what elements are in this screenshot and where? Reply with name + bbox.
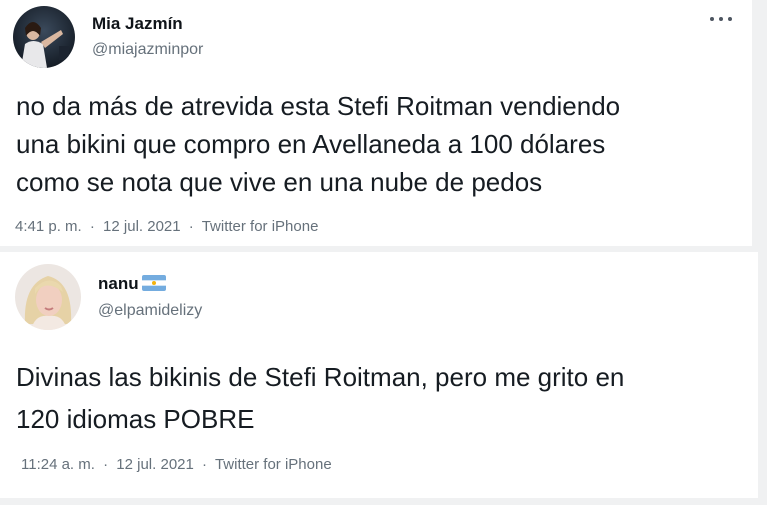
tweet-time[interactable]: 4:41 p. m. [15,218,82,235]
user-handle[interactable]: @miajazminpor [92,41,203,59]
tweet-meta: 11:24 a. m. · 12 jul. 2021 · Twitter for… [21,456,332,473]
tweet-text: Divinas las bikinis de Stefi Roitman, pe… [16,362,625,434]
tweet-meta: 4:41 p. m. · 12 jul. 2021 · Twitter for … [15,218,318,235]
separator: · [202,456,208,473]
tweet-card: nanu @elpamidelizy Divinas las bikinis d… [0,252,758,498]
avatar[interactable] [15,264,81,330]
argentina-flag-icon [141,275,166,291]
tweet-card: Mia Jazmín @miajazminpor no da más de at… [0,0,752,246]
separator: · [188,218,194,235]
tweet-text: no da más de atrevida esta Stefi Roitman… [16,91,621,197]
tweet-source[interactable]: Twitter for iPhone [215,456,332,473]
display-name[interactable]: Mia Jazmín [92,14,183,34]
more-horizontal-icon[interactable] [706,9,736,29]
tweet-date[interactable]: 12 jul. 2021 [116,456,194,473]
tweet-date[interactable]: 12 jul. 2021 [103,218,181,235]
user-handle[interactable]: @elpamidelizy [98,302,202,320]
tweet-time[interactable]: 11:24 a. m. [21,456,95,473]
display-name[interactable]: nanu [98,274,166,294]
avatar[interactable] [13,6,75,68]
separator: · [103,456,109,473]
tweet-source[interactable]: Twitter for iPhone [202,218,319,235]
display-name-text: nanu [98,274,139,293]
separator: · [89,218,95,235]
